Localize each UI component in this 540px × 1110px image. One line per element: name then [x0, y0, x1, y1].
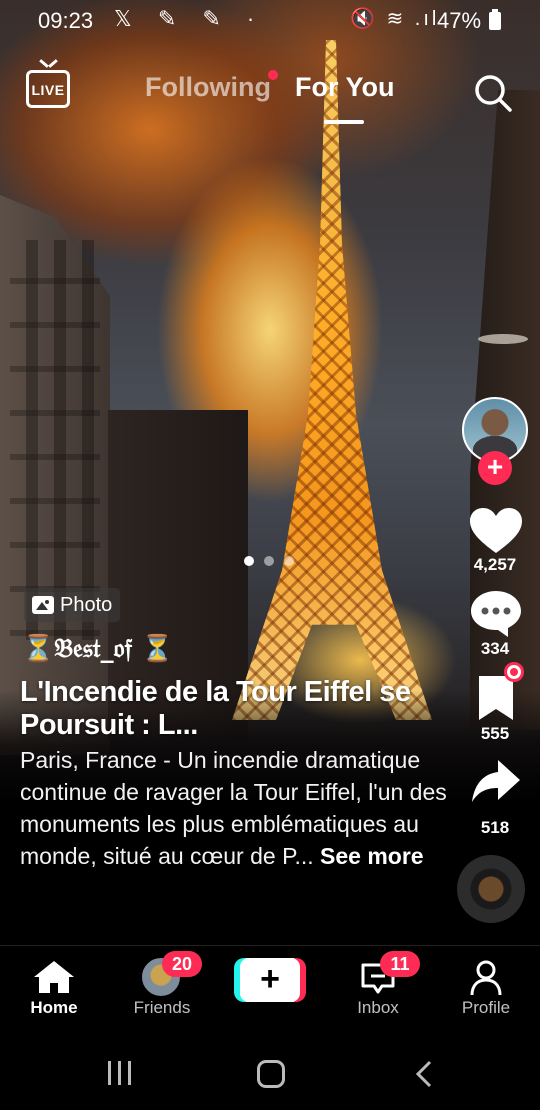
like-count: 4,257 [473, 555, 517, 574]
signal-icons: 🔇 ≋ .ıl [350, 8, 440, 30]
nav-friends-label: Friends [133, 998, 191, 1017]
comment-icon[interactable] [468, 588, 524, 638]
nav-friends[interactable]: 20 Friends [108, 946, 216, 1031]
post-description[interactable]: Paris, France - Un incendie dramatique c… [20, 744, 450, 872]
nav-inbox-label: Inbox [357, 998, 399, 1017]
follow-button[interactable]: + [478, 451, 512, 485]
carousel-dot[interactable] [264, 556, 274, 566]
post-title: L'Incendie de la Tour Eiffel se Poursuit… [20, 676, 411, 741]
notification-icons: 𝕏 ✎ ✎ · [114, 6, 265, 31]
comment-count: 334 [480, 639, 510, 658]
save-badge-icon [504, 662, 524, 682]
see-more-link[interactable]: See more [320, 843, 424, 869]
eiffel-tower-fire [232, 40, 432, 720]
battery-level: 47% [437, 8, 482, 33]
live-button[interactable]: LIVE [26, 70, 70, 108]
street-lamp [478, 334, 528, 344]
share-count: 518 [480, 818, 510, 837]
photo-tag: Photo [24, 588, 121, 622]
image-icon [32, 596, 54, 614]
creator-username[interactable]: ⏳𝔅𝔢𝔰𝔱_𝔬𝔣 ⏳ [22, 634, 174, 665]
tab-for-you[interactable]: For You [295, 72, 395, 103]
create-button[interactable]: + [234, 958, 306, 1002]
carousel-dot-active[interactable] [244, 556, 254, 566]
live-label: LIVE [31, 82, 65, 98]
music-disc-icon[interactable] [457, 855, 525, 923]
inbox-badge: 11 [380, 951, 420, 977]
save-count: 555 [480, 724, 510, 743]
nav-inbox[interactable]: 11 Inbox [324, 946, 432, 1031]
photo-tag-label: Photo [60, 593, 113, 616]
nav-home[interactable]: Home [0, 946, 108, 1031]
status-bar: 09:23 𝕏 ✎ ✎ · 🔇 ≋ .ıl 47% [0, 0, 540, 40]
home-button-icon[interactable] [257, 1060, 285, 1088]
nav-profile-label: Profile [461, 998, 511, 1017]
create-plus-icon: + [240, 958, 300, 1002]
back-icon[interactable] [414, 1060, 434, 1088]
battery-icon [489, 9, 501, 30]
nav-home-label: Home [30, 998, 78, 1017]
bottom-nav: Home 20 Friends + 11 Inbox Profile [0, 945, 540, 1030]
active-tab-indicator [324, 120, 364, 124]
status-time: 09:23 [38, 8, 94, 33]
nav-create[interactable]: + [216, 946, 324, 1031]
carousel-dot[interactable] [284, 556, 294, 566]
home-icon [34, 961, 74, 993]
profile-icon [470, 960, 502, 996]
share-icon[interactable] [468, 756, 524, 806]
following-new-dot [268, 70, 278, 80]
building-windows [10, 240, 100, 640]
friends-badge: 20 [162, 951, 202, 977]
system-nav-bar [0, 1030, 540, 1110]
search-icon[interactable] [473, 73, 513, 113]
nav-profile[interactable]: Profile [432, 946, 540, 1031]
recents-icon[interactable] [108, 1061, 134, 1085]
heart-icon[interactable] [468, 506, 524, 556]
tab-following[interactable]: Following [145, 72, 271, 103]
